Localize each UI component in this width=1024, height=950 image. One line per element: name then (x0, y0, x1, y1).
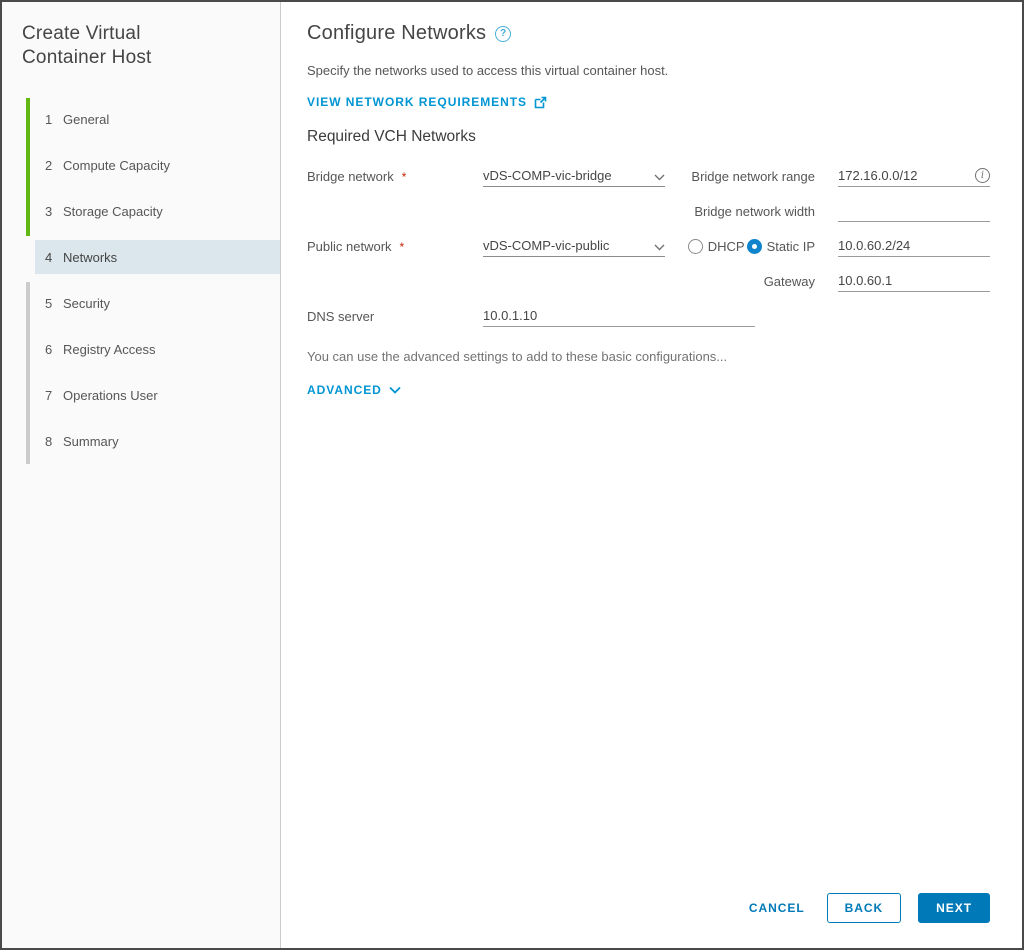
page-title: Configure Networks (307, 22, 487, 44)
bridge-network-range-input[interactable]: 172.16.0.0/12 i (838, 165, 990, 187)
create-vch-wizard-window: Create Virtual Container Host 1 General … (0, 0, 1024, 950)
ip-mode-radio-group: DHCP Static IP (665, 235, 838, 257)
step-label: Registry Access (63, 341, 156, 357)
dns-server-label: DNS server (307, 309, 375, 324)
chevron-down-icon (654, 174, 665, 181)
gateway-value: 10.0.60.1 (838, 273, 893, 288)
sidebar-step-operations-user[interactable]: 7 Operations User (26, 372, 280, 418)
info-icon[interactable]: i (975, 168, 990, 183)
static-ip-input[interactable]: 10.0.60.2/24 (838, 235, 990, 257)
required-vch-networks-heading: Required VCH Networks (307, 128, 476, 145)
wizard-steps-list: 1 General 2 Compute Capacity 3 Storage C… (26, 96, 280, 464)
link-label: VIEW NETWORK REQUIREMENTS (307, 95, 528, 109)
chevron-down-icon (654, 244, 665, 251)
networks-step-panel: Configure Networks ? Specify the network… (281, 2, 1022, 948)
step-label: General (63, 111, 110, 127)
bridge-network-select[interactable]: vDS-COMP-vic-bridge (483, 165, 665, 187)
gateway-input[interactable]: 10.0.60.1 (838, 270, 990, 292)
sidebar-step-general[interactable]: 1 General (26, 96, 280, 142)
static-ip-value: 10.0.60.2/24 (838, 238, 911, 253)
advanced-toggle[interactable]: ADVANCED (307, 383, 401, 397)
step-number: 5 (45, 295, 53, 311)
advanced-label: ADVANCED (307, 383, 382, 397)
step-number: 1 (45, 111, 53, 127)
bridge-network-width-label: Bridge network width (694, 204, 815, 219)
wizard-sidebar: Create Virtual Container Host 1 General … (2, 2, 281, 948)
networks-form: Bridge network * vDS-COMP-vic-bridge Brid… (307, 165, 990, 327)
required-marker: * (399, 240, 405, 254)
step-label: Compute Capacity (63, 157, 170, 173)
step-label: Operations User (63, 387, 158, 403)
bridge-network-value: vDS-COMP-vic-bridge (483, 168, 612, 183)
wizard-footer: CANCEL BACK NEXT (749, 893, 990, 923)
cancel-button[interactable]: CANCEL (749, 901, 805, 915)
view-network-requirements-link[interactable]: VIEW NETWORK REQUIREMENTS (307, 95, 547, 109)
bridge-network-width-input[interactable] (838, 200, 990, 222)
step-number: 4 (45, 249, 53, 265)
step-label: Networks (63, 249, 118, 265)
sidebar-step-compute-capacity[interactable]: 2 Compute Capacity (26, 142, 280, 188)
wizard-title: Create Virtual Container Host (22, 23, 152, 68)
dhcp-radio[interactable] (687, 239, 703, 254)
public-network-value: vDS-COMP-vic-public (483, 238, 610, 253)
external-link-icon (534, 96, 547, 108)
step-label: Summary (63, 433, 119, 449)
sidebar-step-summary[interactable]: 8 Summary (26, 418, 280, 464)
step-label: Security (63, 295, 110, 311)
gateway-label: Gateway (763, 274, 815, 289)
bridge-network-label: Bridge network * (307, 169, 407, 184)
dhcp-radio-label[interactable]: DHCP (708, 239, 745, 254)
step-number: 6 (45, 341, 53, 357)
back-button[interactable]: BACK (826, 893, 902, 923)
bridge-network-range-label: Bridge network range (691, 169, 815, 184)
dns-server-value: 10.0.1.10 (483, 308, 538, 323)
static-ip-radio[interactable] (746, 239, 762, 254)
help-icon[interactable]: ? (495, 25, 512, 42)
step-number: 3 (45, 203, 53, 219)
bridge-network-range-value: 172.16.0.0/12 (838, 168, 918, 183)
step-number: 2 (45, 157, 53, 173)
sidebar-step-registry-access[interactable]: 6 Registry Access (26, 326, 280, 372)
page-subtitle: Specify the networks used to access this… (307, 63, 669, 78)
step-label: Storage Capacity (63, 203, 163, 219)
public-network-label: Public network * (307, 239, 405, 254)
public-network-select[interactable]: vDS-COMP-vic-public (483, 235, 665, 257)
dns-server-input[interactable]: 10.0.1.10 (483, 305, 755, 327)
sidebar-step-storage-capacity[interactable]: 3 Storage Capacity (26, 188, 280, 234)
static-ip-radio-label[interactable]: Static IP (767, 239, 815, 254)
required-marker: * (401, 170, 407, 184)
sidebar-step-security[interactable]: 5 Security (26, 280, 280, 326)
advanced-hint-text: You can use the advanced settings to add… (307, 349, 728, 364)
step-number: 7 (45, 387, 53, 403)
next-button[interactable]: NEXT (918, 893, 990, 923)
chevron-down-icon (389, 386, 401, 394)
sidebar-step-networks[interactable]: 4 Networks (35, 240, 280, 274)
step-number: 8 (45, 433, 53, 449)
completed-steps-bar (26, 98, 30, 236)
upcoming-steps-bar (26, 282, 30, 464)
